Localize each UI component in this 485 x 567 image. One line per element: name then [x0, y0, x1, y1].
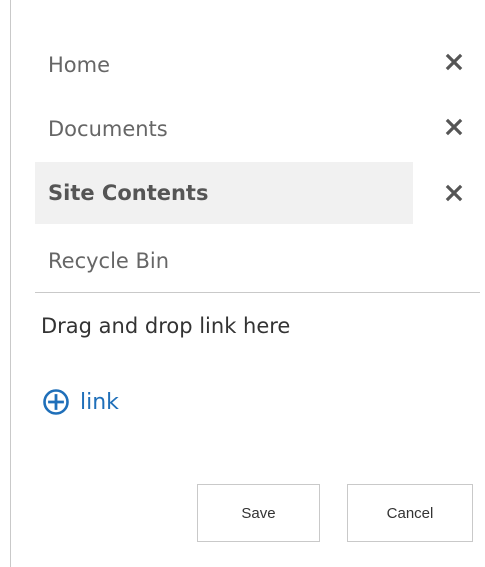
close-icon [445, 184, 463, 202]
nav-item-label: Site Contents [48, 181, 209, 205]
nav-item-label: Home [48, 53, 111, 77]
nav-item-recycle-bin[interactable]: Recycle Bin [35, 230, 413, 292]
nav-item-home[interactable]: Home [35, 34, 413, 96]
drop-zone-label: Drag and drop link here [41, 314, 291, 338]
add-link-label: link [80, 389, 119, 415]
remove-site-contents-icon[interactable] [440, 179, 468, 207]
cancel-button[interactable]: Cancel [347, 484, 473, 542]
save-button[interactable]: Save [197, 484, 320, 542]
navigation-edit-panel: Home Documents Site Contents Recycle Bin… [10, 0, 485, 567]
remove-documents-icon[interactable] [440, 113, 468, 141]
drag-drop-link-zone[interactable]: Drag and drop link here [41, 309, 461, 343]
close-icon [445, 53, 463, 71]
nav-item-site-contents[interactable]: Site Contents [35, 162, 413, 224]
navigation-divider [35, 292, 480, 293]
add-link-button[interactable]: link [41, 383, 119, 421]
plus-circle-icon [41, 387, 71, 417]
nav-item-documents[interactable]: Documents [35, 98, 413, 160]
nav-item-label: Recycle Bin [48, 249, 170, 273]
remove-home-icon[interactable] [440, 48, 468, 76]
nav-item-label: Documents [48, 117, 168, 141]
close-icon [445, 118, 463, 136]
